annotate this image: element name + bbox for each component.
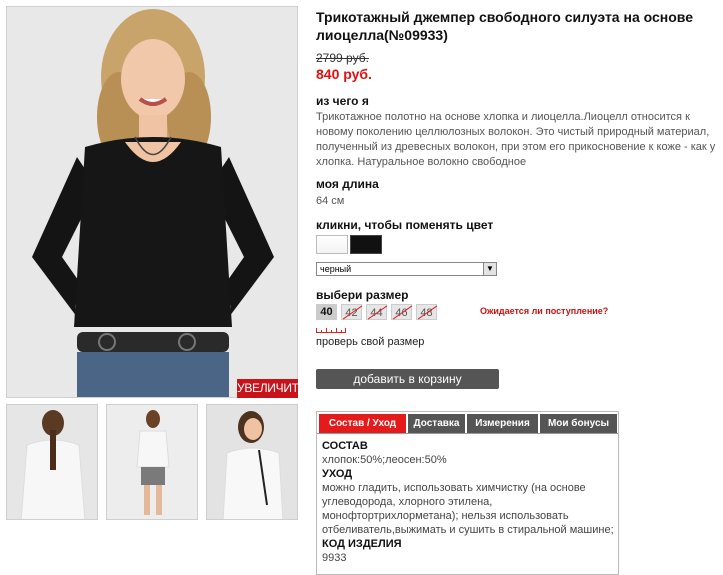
tab-bar: Состав / Уход Доставка Измерения Мои бон… (317, 412, 618, 434)
sale-price: 840 руб. (316, 66, 372, 82)
size-option-48: 48 (416, 304, 437, 320)
code-heading: КОД ИЗДЕЛИЯ (322, 538, 402, 550)
thumbnail-full-length[interactable] (106, 404, 198, 520)
color-swatch-white[interactable] (316, 235, 348, 254)
product-title: Трикотажный джемпер свободного силуэта н… (316, 9, 693, 43)
care-text: можно гладить, использовать химчистку (н… (322, 482, 614, 536)
size-option-42: 42 (341, 304, 362, 320)
size-option-44: 44 (366, 304, 387, 320)
old-price: 2799 руб. (316, 51, 369, 65)
size-guide-link[interactable]: проверь свой размер (316, 336, 424, 348)
size-heading: выбери размер (316, 288, 409, 302)
tab-measurements[interactable]: Измерения (467, 414, 538, 433)
add-to-cart-button[interactable]: добавить в корзину (316, 369, 499, 389)
composition-text: хлопок:50%;леосен:50% (322, 454, 447, 466)
length-value: 64 см (316, 195, 345, 207)
color-swatch-black[interactable] (350, 235, 382, 254)
tab-composition-care[interactable]: Состав / Уход (319, 414, 406, 433)
thumbnail-side-view[interactable] (206, 404, 298, 520)
code-value: 9933 (322, 552, 347, 564)
product-info-tabs: Состав / Уход Доставка Измерения Мои бон… (316, 411, 619, 575)
main-product-photo[interactable] (6, 6, 298, 398)
tab-content: СОСТАВ хлопок:50%;леосен:50% УХОД можно … (322, 439, 614, 565)
zoom-button[interactable]: УВЕЛИЧИТЬ (237, 379, 307, 398)
length-heading: моя длина (316, 177, 379, 191)
composition-heading: СОСТАВ (322, 440, 368, 452)
tab-bonuses[interactable]: Мои бонусы (540, 414, 617, 433)
color-heading: кликни, чтобы поменять цвет (316, 218, 494, 232)
availability-link[interactable]: Ожидается ли поступление? (480, 306, 608, 316)
tab-delivery[interactable]: Доставка (408, 414, 465, 433)
size-option-40[interactable]: 40 (316, 304, 337, 320)
material-description: Трикотажное полотно на основе хлопка и л… (316, 111, 716, 168)
color-select[interactable]: черный ▼ (316, 262, 497, 276)
care-heading: УХОД (322, 468, 353, 480)
material-heading: из чего я (316, 94, 369, 108)
ruler-icon[interactable] (316, 327, 346, 333)
thumbnail-back-view[interactable] (6, 404, 98, 520)
color-select-value: черный (320, 264, 352, 274)
size-option-46: 46 (391, 304, 412, 320)
chevron-down-icon[interactable]: ▼ (483, 263, 496, 275)
